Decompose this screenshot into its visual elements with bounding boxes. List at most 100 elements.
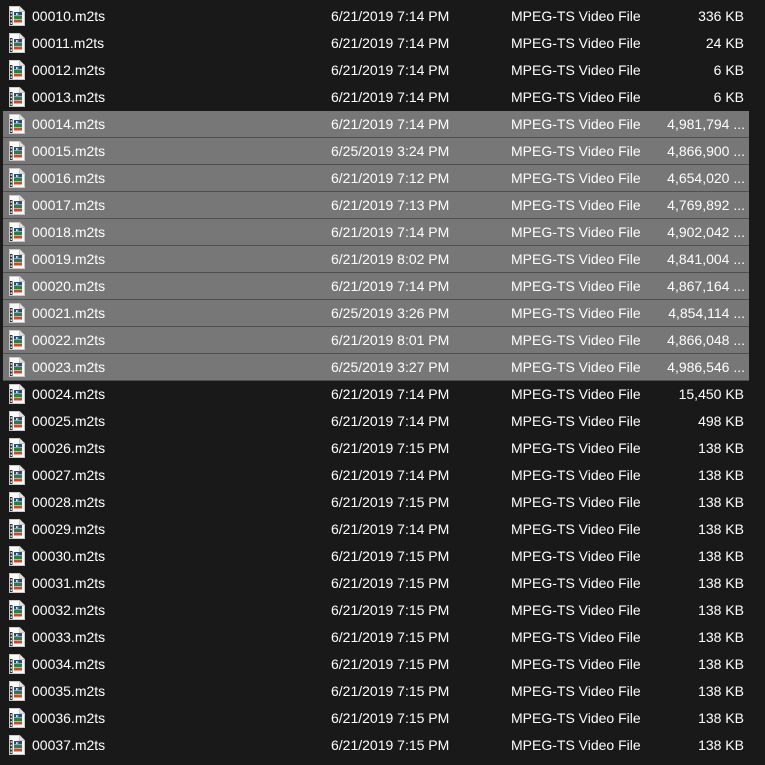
file-type: MPEG-TS Video File [511,143,641,159]
file-type: MPEG-TS Video File [511,440,641,456]
file-row[interactable]: 00017.m2ts 6/21/2019 7:13 PM MPEG-TS Vid… [0,192,765,219]
file-row[interactable]: 00014.m2ts 6/21/2019 7:14 PM MPEG-TS Vid… [0,111,765,138]
file-name: 00020.m2ts [32,278,106,294]
video-file-icon [8,222,26,242]
video-file-icon [8,627,26,647]
file-size: 138 KB [698,494,744,510]
video-file-icon [8,411,26,431]
file-size: 4,854,114 ... [668,305,745,321]
video-file-icon [8,708,26,728]
file-size: 138 KB [698,737,744,753]
file-row[interactable]: 00015.m2ts 6/25/2019 3:24 PM MPEG-TS Vid… [0,138,765,165]
file-row[interactable]: 00026.m2ts 6/21/2019 7:15 PM MPEG-TS Vid… [0,435,765,462]
file-row[interactable]: 00025.m2ts 6/21/2019 7:14 PM MPEG-TS Vid… [0,408,765,435]
file-row[interactable]: 00011.m2ts 6/21/2019 7:14 PM MPEG-TS Vid… [0,30,765,57]
file-date-modified: 6/25/2019 3:24 PM [331,143,450,159]
file-size: 6 KB [713,62,744,78]
file-name: 00019.m2ts [32,251,106,267]
video-file-icon [8,384,26,404]
file-name: 00013.m2ts [32,89,106,105]
file-name: 00037.m2ts [32,737,106,753]
file-name: 00010.m2ts [32,8,106,24]
file-size: 24 KB [705,35,744,51]
file-row[interactable]: 00010.m2ts 6/21/2019 7:14 PM MPEG-TS Vid… [0,3,765,30]
file-name: 00026.m2ts [32,440,106,456]
file-name: 00018.m2ts [32,224,106,240]
file-name: 00036.m2ts [32,710,106,726]
file-size: 4,769,892 ... [667,197,745,213]
file-row[interactable]: 00016.m2ts 6/21/2019 7:12 PM MPEG-TS Vid… [0,165,765,192]
file-row[interactable]: 00030.m2ts 6/21/2019 7:15 PM MPEG-TS Vid… [0,543,765,570]
video-file-icon [8,357,26,377]
file-row[interactable]: 00031.m2ts 6/21/2019 7:15 PM MPEG-TS Vid… [0,570,765,597]
video-file-icon [8,654,26,674]
file-date-modified: 6/21/2019 7:14 PM [331,278,450,294]
file-row[interactable]: 00029.m2ts 6/21/2019 7:14 PM MPEG-TS Vid… [0,516,765,543]
file-type: MPEG-TS Video File [511,710,641,726]
file-name: 00031.m2ts [32,575,106,591]
file-date-modified: 6/21/2019 7:15 PM [331,602,450,618]
file-name: 00028.m2ts [32,494,106,510]
file-row[interactable]: 00032.m2ts 6/21/2019 7:15 PM MPEG-TS Vid… [0,597,765,624]
file-size: 138 KB [698,602,744,618]
file-row[interactable]: 00019.m2ts 6/21/2019 8:02 PM MPEG-TS Vid… [0,246,765,273]
file-row[interactable]: 00034.m2ts 6/21/2019 7:15 PM MPEG-TS Vid… [0,651,765,678]
video-file-icon [8,546,26,566]
video-file-icon [8,465,26,485]
video-file-icon [8,600,26,620]
file-name: 00021.m2ts [32,305,106,321]
file-date-modified: 6/21/2019 8:02 PM [331,251,450,267]
file-date-modified: 6/25/2019 3:27 PM [331,359,450,375]
file-name: 00016.m2ts [32,170,106,186]
file-date-modified: 6/21/2019 7:15 PM [331,710,450,726]
file-type: MPEG-TS Video File [511,8,641,24]
file-size: 6 KB [713,89,744,105]
video-file-icon [8,114,26,134]
file-type: MPEG-TS Video File [511,278,641,294]
file-type: MPEG-TS Video File [511,548,641,564]
file-date-modified: 6/21/2019 7:14 PM [331,8,450,24]
file-type: MPEG-TS Video File [511,683,641,699]
file-type: MPEG-TS Video File [511,737,641,753]
video-file-icon [8,573,26,593]
file-row[interactable]: 00021.m2ts 6/25/2019 3:26 PM MPEG-TS Vid… [0,300,765,327]
file-date-modified: 6/21/2019 7:14 PM [331,62,450,78]
file-type: MPEG-TS Video File [511,494,641,510]
file-row[interactable]: 00020.m2ts 6/21/2019 7:14 PM MPEG-TS Vid… [0,273,765,300]
file-row[interactable]: 00033.m2ts 6/21/2019 7:15 PM MPEG-TS Vid… [0,624,765,651]
file-name: 00024.m2ts [32,386,106,402]
file-row[interactable]: 00018.m2ts 6/21/2019 7:14 PM MPEG-TS Vid… [0,219,765,246]
file-row[interactable]: 00036.m2ts 6/21/2019 7:15 PM MPEG-TS Vid… [0,705,765,732]
file-row[interactable]: 00037.m2ts 6/21/2019 7:15 PM MPEG-TS Vid… [0,732,765,759]
file-row[interactable]: 00028.m2ts 6/21/2019 7:15 PM MPEG-TS Vid… [0,489,765,516]
file-type: MPEG-TS Video File [511,62,641,78]
file-row[interactable]: 00012.m2ts 6/21/2019 7:14 PM MPEG-TS Vid… [0,57,765,84]
video-file-icon [8,681,26,701]
file-date-modified: 6/21/2019 7:15 PM [331,656,450,672]
file-type: MPEG-TS Video File [511,413,641,429]
video-file-icon [8,249,26,269]
video-file-icon [8,60,26,80]
file-row[interactable]: 00024.m2ts 6/21/2019 7:14 PM MPEG-TS Vid… [0,381,765,408]
file-row[interactable]: 00013.m2ts 6/21/2019 7:14 PM MPEG-TS Vid… [0,84,765,111]
file-row[interactable]: 00027.m2ts 6/21/2019 7:14 PM MPEG-TS Vid… [0,462,765,489]
video-file-icon [8,195,26,215]
file-row[interactable]: 00023.m2ts 6/25/2019 3:27 PM MPEG-TS Vid… [0,354,765,381]
file-type: MPEG-TS Video File [511,575,641,591]
video-file-icon [8,735,26,755]
file-date-modified: 6/21/2019 7:12 PM [331,170,450,186]
video-file-icon [8,276,26,296]
file-name: 00030.m2ts [32,548,106,564]
file-name: 00022.m2ts [32,332,106,348]
file-type: MPEG-TS Video File [511,197,641,213]
file-date-modified: 6/21/2019 7:13 PM [331,197,450,213]
file-row[interactable]: 00022.m2ts 6/21/2019 8:01 PM MPEG-TS Vid… [0,327,765,354]
file-date-modified: 6/21/2019 7:14 PM [331,89,450,105]
file-name: 00032.m2ts [32,602,106,618]
file-size: 138 KB [698,710,744,726]
file-type: MPEG-TS Video File [511,521,641,537]
file-name: 00033.m2ts [32,629,106,645]
file-row[interactable]: 00035.m2ts 6/21/2019 7:15 PM MPEG-TS Vid… [0,678,765,705]
file-list: 00010.m2ts 6/21/2019 7:14 PM MPEG-TS Vid… [0,3,765,759]
file-date-modified: 6/21/2019 7:15 PM [331,440,450,456]
